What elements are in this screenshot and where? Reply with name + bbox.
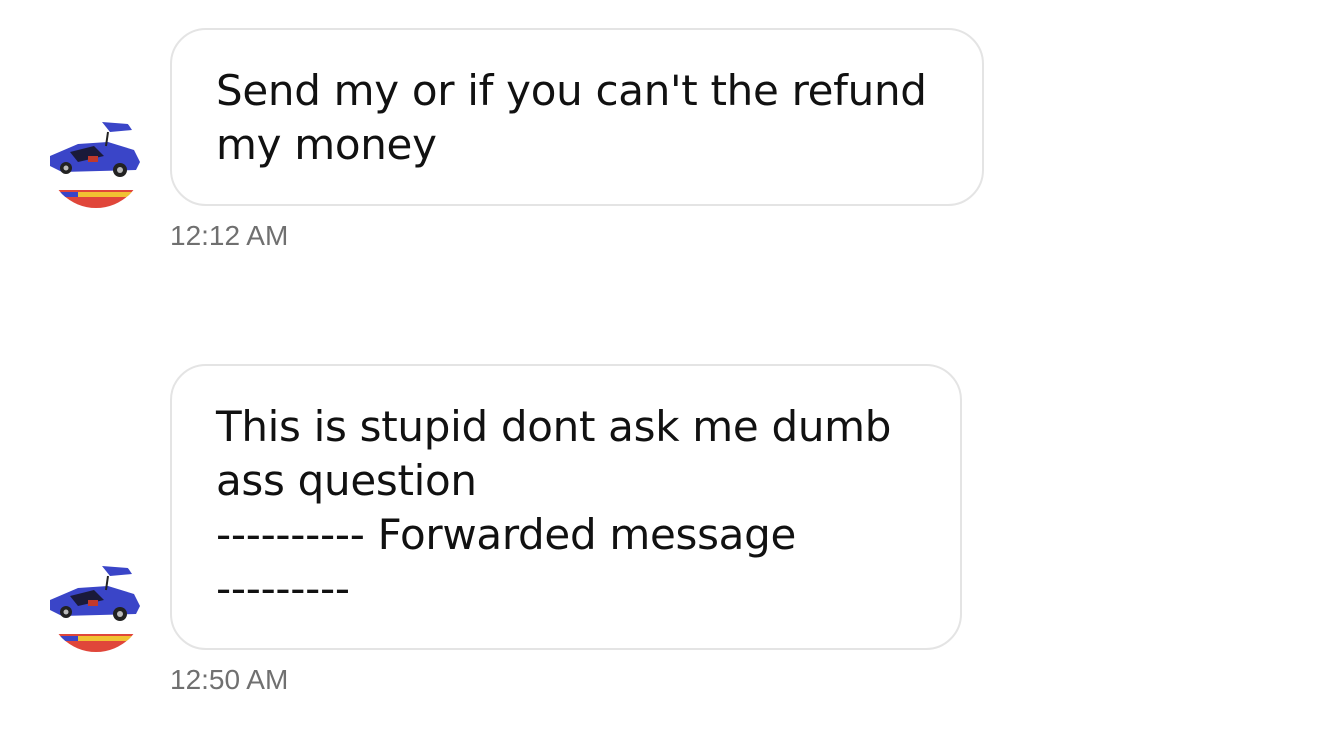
message-text-line: ass question (216, 456, 477, 505)
message-timestamp: 12:12 AM (170, 220, 289, 251)
message-text-line: ---------- Forwarded message (216, 510, 797, 559)
message-bubble[interactable]: This is stupid dont ask me dumb ass ques… (170, 364, 962, 650)
message-text-line: This is stupid dont ask me dumb (216, 402, 892, 451)
message-text-line: --------- (216, 564, 350, 613)
message-bubble[interactable]: Send my or if you can't the refund my mo… (170, 28, 984, 206)
message-timestamp: 12:50 AM (170, 664, 289, 695)
message-thread: Send my or if you can't the refund my mo… (0, 0, 1320, 729)
sender-avatar[interactable] (48, 556, 144, 652)
sender-avatar[interactable] (48, 112, 144, 208)
car-avatar-icon (48, 566, 144, 652)
car-avatar-icon (48, 122, 144, 208)
message-text-line: my money (216, 120, 437, 169)
message-text-line: Send my or if you can't the refund (216, 66, 927, 115)
